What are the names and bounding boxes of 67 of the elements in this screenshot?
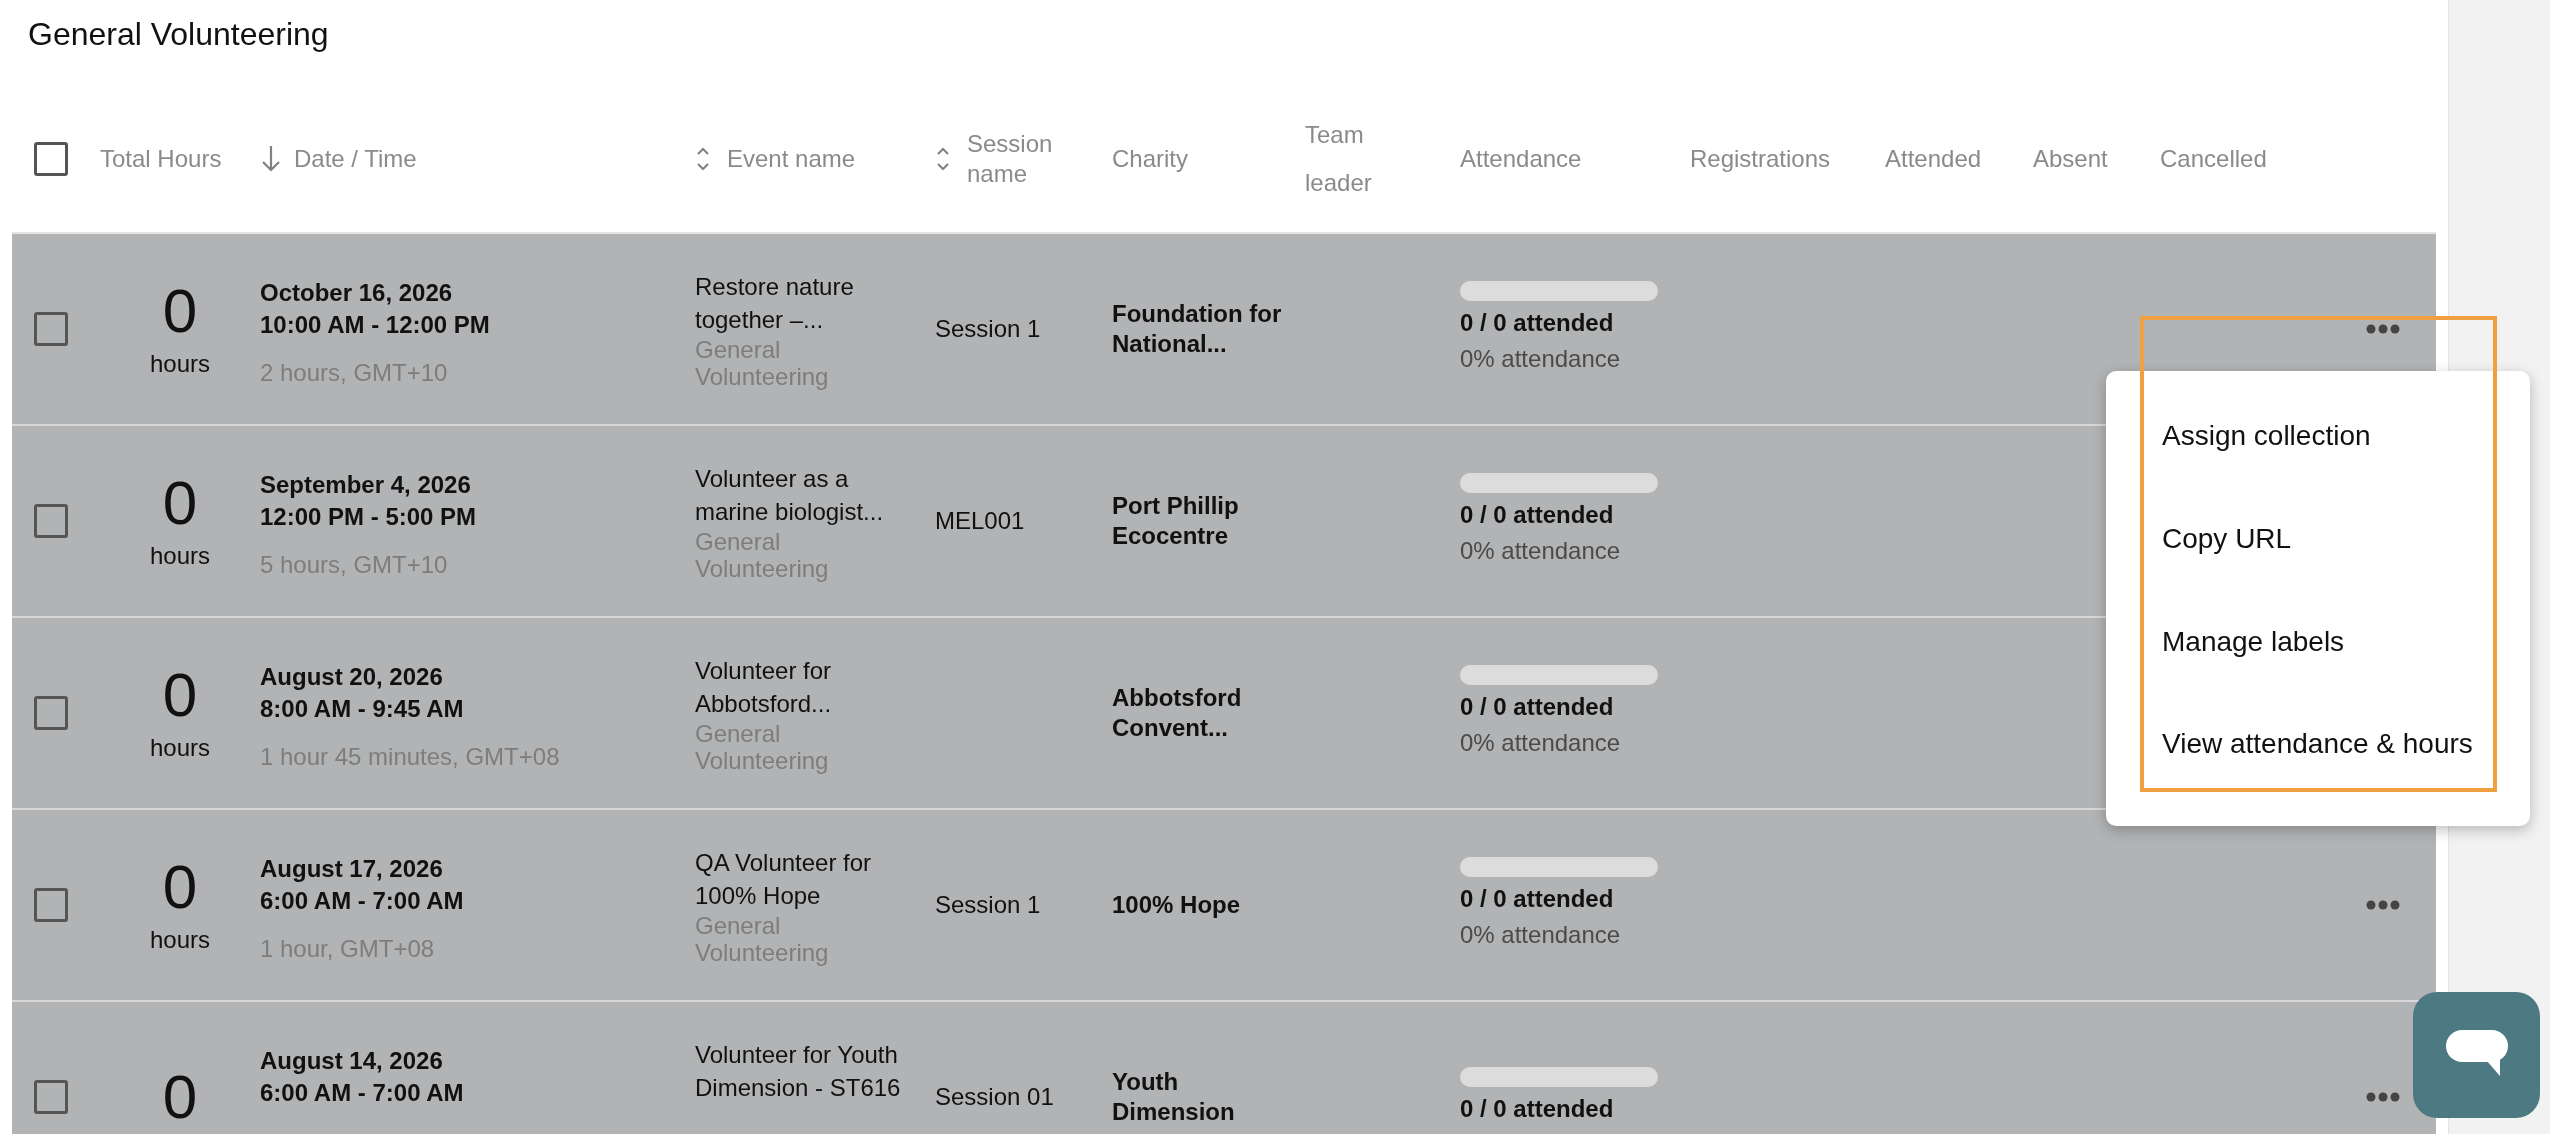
event-date: September 4, 2026 bbox=[260, 470, 472, 500]
checkbox[interactable] bbox=[34, 1080, 68, 1114]
checkbox[interactable] bbox=[34, 888, 68, 922]
charity-name: Port Phillip Ecocentre bbox=[1112, 491, 1240, 551]
event-name[interactable]: Volunteer for Abbotsford... bbox=[695, 654, 911, 720]
attended-count: 0 / 0 attended bbox=[1460, 692, 1615, 722]
attendance-percent: 0% attendance bbox=[1460, 536, 1622, 566]
page-title: General Volunteering bbox=[27, 15, 330, 54]
event-name[interactable]: Restore nature together –... bbox=[695, 270, 911, 336]
event-date: August 20, 2026 bbox=[260, 662, 444, 692]
more-dots-icon bbox=[2366, 1092, 2400, 1102]
attendance-percent: 0% attendance bbox=[1460, 728, 1622, 758]
table-row[interactable]: 0 August 14, 2026 6:00 AM - 7:00 AM Volunteer for Youth Dimension - ST616 Session 01 Youth Dimension 0 / 0 attended bbox=[12, 1002, 2436, 1134]
event-category: General Volunteering bbox=[695, 720, 830, 774]
event-date: August 14, 2026 bbox=[260, 1046, 444, 1076]
event-name[interactable]: Volunteer as a marine biologist... bbox=[695, 462, 911, 528]
event-time: 10:00 AM - 12:00 PM bbox=[260, 310, 491, 340]
attended-count: 0 / 0 attended bbox=[1460, 884, 1615, 914]
charity-name: 100% Hope bbox=[1112, 890, 1242, 920]
charity-name: Youth Dimension bbox=[1112, 1067, 1236, 1127]
hours-label: hours bbox=[149, 733, 210, 763]
attendance-percent: 0% attendance bbox=[1460, 920, 1622, 950]
attended-count: 0 / 0 attended bbox=[1460, 308, 1615, 338]
checkbox[interactable] bbox=[34, 504, 68, 538]
event-name[interactable]: QA Volunteer for 100% Hope bbox=[695, 846, 911, 912]
event-date: October 16, 2026 bbox=[260, 278, 454, 308]
table-row[interactable]: 0 hours August 17, 2026 6:00 AM - 7:00 AM 1 hour, GMT+08 QA Volunteer for 100% Hope General Volunteering Session 1 100% Hope 0 / 0 attended 0% attendance bbox=[12, 810, 2436, 1002]
charity-name: Foundation for National... bbox=[1112, 299, 1283, 359]
event-duration: 1 hour 45 minutes, GMT+08 bbox=[260, 742, 561, 772]
more-dots-icon bbox=[2366, 324, 2400, 334]
event-duration: 2 hours, GMT+10 bbox=[260, 358, 449, 388]
event-category: General Volunteering bbox=[695, 528, 830, 582]
checkbox[interactable] bbox=[34, 142, 68, 176]
session-name: Session 1 bbox=[935, 891, 1041, 918]
session-name: MEL001 bbox=[935, 507, 1025, 534]
hours-value: 0 bbox=[162, 276, 198, 346]
hours-label: hours bbox=[149, 349, 210, 379]
hours-label: hours bbox=[149, 541, 210, 571]
sort-icon[interactable] bbox=[695, 145, 711, 173]
event-date: August 17, 2026 bbox=[260, 854, 444, 884]
attended-count: 0 / 0 attended bbox=[1460, 1094, 1615, 1124]
event-time: 6:00 AM - 7:00 AM bbox=[260, 1078, 465, 1108]
checkbox[interactable] bbox=[34, 696, 68, 730]
checkbox[interactable] bbox=[34, 312, 68, 346]
hours-value: 0 bbox=[162, 660, 198, 730]
chat-button[interactable] bbox=[2413, 992, 2540, 1118]
hours-value: 0 bbox=[162, 468, 198, 538]
table-row[interactable]: 0 hours October 16, 2026 10:00 AM - 12:00 PM 2 hours, GMT+10 Restore nature together –... General Volunteering Session 1 Foundation for National... 0 / 0 attended 0% attendance bbox=[12, 234, 2436, 426]
event-time: 12:00 PM - 5:00 PM bbox=[260, 502, 478, 532]
hours-value: 0 bbox=[162, 852, 198, 922]
event-duration: 1 hour, GMT+08 bbox=[260, 934, 436, 964]
event-duration: 5 hours, GMT+10 bbox=[260, 550, 449, 580]
session-name: Session 1 bbox=[935, 315, 1041, 342]
charity-name: Abbotsford Convent... bbox=[1112, 683, 1243, 743]
hours-value: 0 bbox=[162, 1062, 198, 1132]
sort-down-arrow-icon[interactable] bbox=[260, 144, 282, 174]
attendance-percent: 0% attendance bbox=[1460, 344, 1622, 374]
more-dots-icon bbox=[2366, 900, 2400, 910]
event-name[interactable]: Volunteer for Youth Dimension - ST616 bbox=[695, 1038, 911, 1104]
event-category: General Volunteering bbox=[695, 912, 830, 966]
hours-label: hours bbox=[149, 925, 210, 955]
attended-count: 0 / 0 attended bbox=[1460, 500, 1615, 530]
event-time: 6:00 AM - 7:00 AM bbox=[260, 886, 465, 916]
event-category: General Volunteering bbox=[695, 336, 830, 390]
session-name: Session 01 bbox=[935, 1083, 1054, 1110]
event-time: 8:00 AM - 9:45 AM bbox=[260, 694, 465, 724]
sort-icon[interactable] bbox=[935, 145, 951, 173]
